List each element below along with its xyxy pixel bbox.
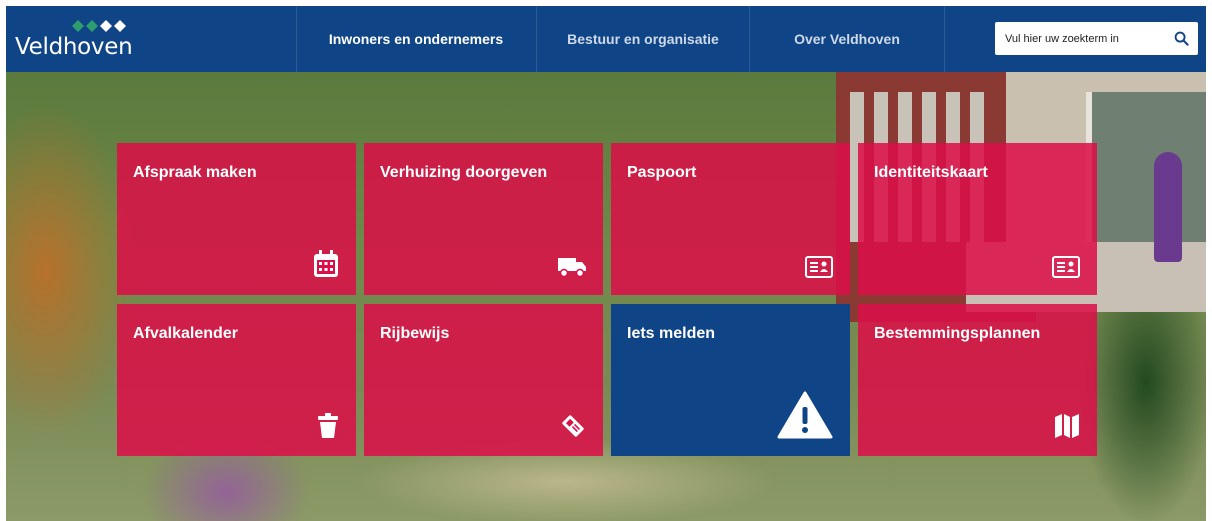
tile-label: Afspraak maken: [133, 164, 257, 181]
tile-label: Identiteitskaart: [874, 164, 988, 181]
person-figure: [1154, 152, 1182, 262]
tile-identiteitskaart[interactable]: Identiteitskaart: [858, 143, 1097, 295]
tile-rijbewijs[interactable]: Rijbewijs: [364, 304, 603, 456]
truck-icon: [558, 258, 586, 278]
building-glass: [1086, 92, 1206, 262]
tile-label: Bestemmingsplannen: [874, 325, 1041, 342]
tile-label: Paspoort: [627, 164, 697, 181]
logo[interactable]: Veldhoven: [6, 6, 297, 72]
id-card-icon: [1052, 256, 1080, 278]
map-icon: [1055, 414, 1079, 438]
tile-paspoort[interactable]: Paspoort: [611, 143, 850, 295]
calendar-icon: [314, 250, 338, 277]
trash-icon: [318, 413, 338, 438]
license-icon: [562, 415, 584, 437]
id-card-icon: [805, 256, 833, 278]
tile-label: Rijbewijs: [380, 325, 450, 342]
service-tiles: Afspraak maken Verhuizing doorgeven Pasp: [117, 143, 1097, 456]
main-nav: Inwoners en ondernemers Bestuur en organ…: [296, 6, 945, 72]
logo-text: Veldhoven: [15, 34, 133, 60]
tile-label: Afvalkalender: [133, 325, 238, 342]
tile-label: Iets melden: [627, 325, 716, 342]
logo-diamonds-icon: [72, 20, 126, 32]
tile-label: Verhuizing doorgeven: [380, 164, 548, 181]
search-icon[interactable]: [1174, 31, 1189, 46]
tile-iets-melden[interactable]: Iets melden: [611, 304, 850, 456]
nav-item-inwoners[interactable]: Inwoners en ondernemers: [296, 6, 537, 72]
search-box: [995, 22, 1198, 55]
page: Veldhoven Inwoners en ondernemers Bestuu…: [6, 6, 1206, 521]
nav-item-bestuur[interactable]: Bestuur en organisatie: [537, 6, 750, 72]
nav-item-over[interactable]: Over Veldhoven: [750, 6, 945, 72]
search-input[interactable]: [1005, 22, 1165, 55]
tile-afvalkalender[interactable]: Afvalkalender: [117, 304, 356, 456]
site-header: Veldhoven Inwoners en ondernemers Bestuu…: [6, 6, 1206, 72]
tile-afspraak-maken[interactable]: Afspraak maken: [117, 143, 356, 295]
tile-verhuizing-doorgeven[interactable]: Verhuizing doorgeven: [364, 143, 603, 295]
warning-icon: [777, 391, 833, 439]
tile-bestemmingsplannen[interactable]: Bestemmingsplannen: [858, 304, 1097, 456]
